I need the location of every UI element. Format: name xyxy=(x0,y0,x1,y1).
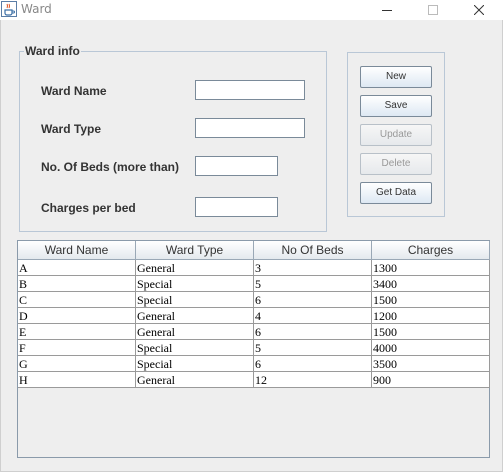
ward-type-input[interactable] xyxy=(195,118,305,138)
cell-charges[interactable]: 3500 xyxy=(372,356,490,372)
column-header-charges[interactable]: Charges xyxy=(372,241,490,260)
cell-charges[interactable]: 3400 xyxy=(372,276,490,292)
minimize-button[interactable] xyxy=(364,0,410,20)
update-button[interactable]: Update xyxy=(360,124,432,146)
save-button[interactable]: Save xyxy=(360,95,432,117)
cell-no-of-beds[interactable]: 6 xyxy=(254,356,372,372)
cell-ward-name[interactable]: H xyxy=(18,372,136,388)
cell-ward-name[interactable]: C xyxy=(18,292,136,308)
ward-info-title: Ward info xyxy=(24,44,81,58)
ward-table[interactable]: Ward Name Ward Type No Of Beds Charges A Gene… xyxy=(17,240,490,458)
ward-name-input[interactable] xyxy=(195,80,305,100)
cell-ward-name[interactable]: G xyxy=(18,356,136,372)
close-button[interactable] xyxy=(456,0,502,20)
cell-ward-type[interactable]: Special xyxy=(136,276,254,292)
no-of-beds-input[interactable] xyxy=(195,156,278,176)
charges-per-bed-label: Charges per bed xyxy=(41,201,136,215)
maximize-icon xyxy=(428,5,438,15)
close-icon xyxy=(474,5,484,15)
cell-charges[interactable]: 1200 xyxy=(372,308,490,324)
column-header-no-of-beds[interactable]: No Of Beds xyxy=(254,241,372,260)
cell-no-of-beds[interactable]: 5 xyxy=(254,276,372,292)
cell-ward-type[interactable]: General xyxy=(136,308,254,324)
minimize-icon xyxy=(382,10,392,11)
maximize-button[interactable] xyxy=(410,0,456,20)
cell-ward-name[interactable]: D xyxy=(18,308,136,324)
cell-ward-name[interactable]: A xyxy=(18,260,136,276)
window-title: Ward xyxy=(21,2,52,16)
cell-ward-name[interactable]: B xyxy=(18,276,136,292)
cell-ward-type[interactable]: Special xyxy=(136,356,254,372)
ward-type-label: Ward Type xyxy=(41,122,102,136)
cell-ward-type[interactable]: General xyxy=(136,260,254,276)
cell-charges[interactable]: 900 xyxy=(372,372,490,388)
ward-name-label: Ward Name xyxy=(41,84,107,98)
cell-no-of-beds[interactable]: 3 xyxy=(254,260,372,276)
cell-ward-type[interactable]: General xyxy=(136,372,254,388)
cell-charges[interactable]: 1500 xyxy=(372,324,490,340)
cell-no-of-beds[interactable]: 12 xyxy=(254,372,372,388)
charges-per-bed-input[interactable] xyxy=(195,197,278,217)
cell-no-of-beds[interactable]: 6 xyxy=(254,324,372,340)
title-bar: Ward xyxy=(0,0,503,20)
cell-ward-name[interactable]: F xyxy=(18,340,136,356)
cell-charges[interactable]: 1500 xyxy=(372,292,490,308)
delete-button[interactable]: Delete xyxy=(360,153,432,175)
cell-ward-type[interactable]: Special xyxy=(136,292,254,308)
cell-charges[interactable]: 1300 xyxy=(372,260,490,276)
cell-ward-type[interactable]: Special xyxy=(136,340,254,356)
java-cup-icon xyxy=(1,1,17,17)
cell-no-of-beds[interactable]: 4 xyxy=(254,308,372,324)
new-button[interactable]: New xyxy=(360,66,432,88)
cell-no-of-beds[interactable]: 5 xyxy=(254,340,372,356)
get-data-button[interactable]: Get Data xyxy=(360,182,432,204)
window-frame-left xyxy=(0,20,1,472)
column-header-ward-name[interactable]: Ward Name xyxy=(18,241,136,260)
cell-no-of-beds[interactable]: 6 xyxy=(254,292,372,308)
no-of-beds-label: No. Of Beds (more than) xyxy=(41,160,180,174)
cell-ward-type[interactable]: General xyxy=(136,324,254,340)
cell-ward-name[interactable]: E xyxy=(18,324,136,340)
column-header-ward-type[interactable]: Ward Type xyxy=(136,241,254,260)
cell-charges[interactable]: 4000 xyxy=(372,340,490,356)
